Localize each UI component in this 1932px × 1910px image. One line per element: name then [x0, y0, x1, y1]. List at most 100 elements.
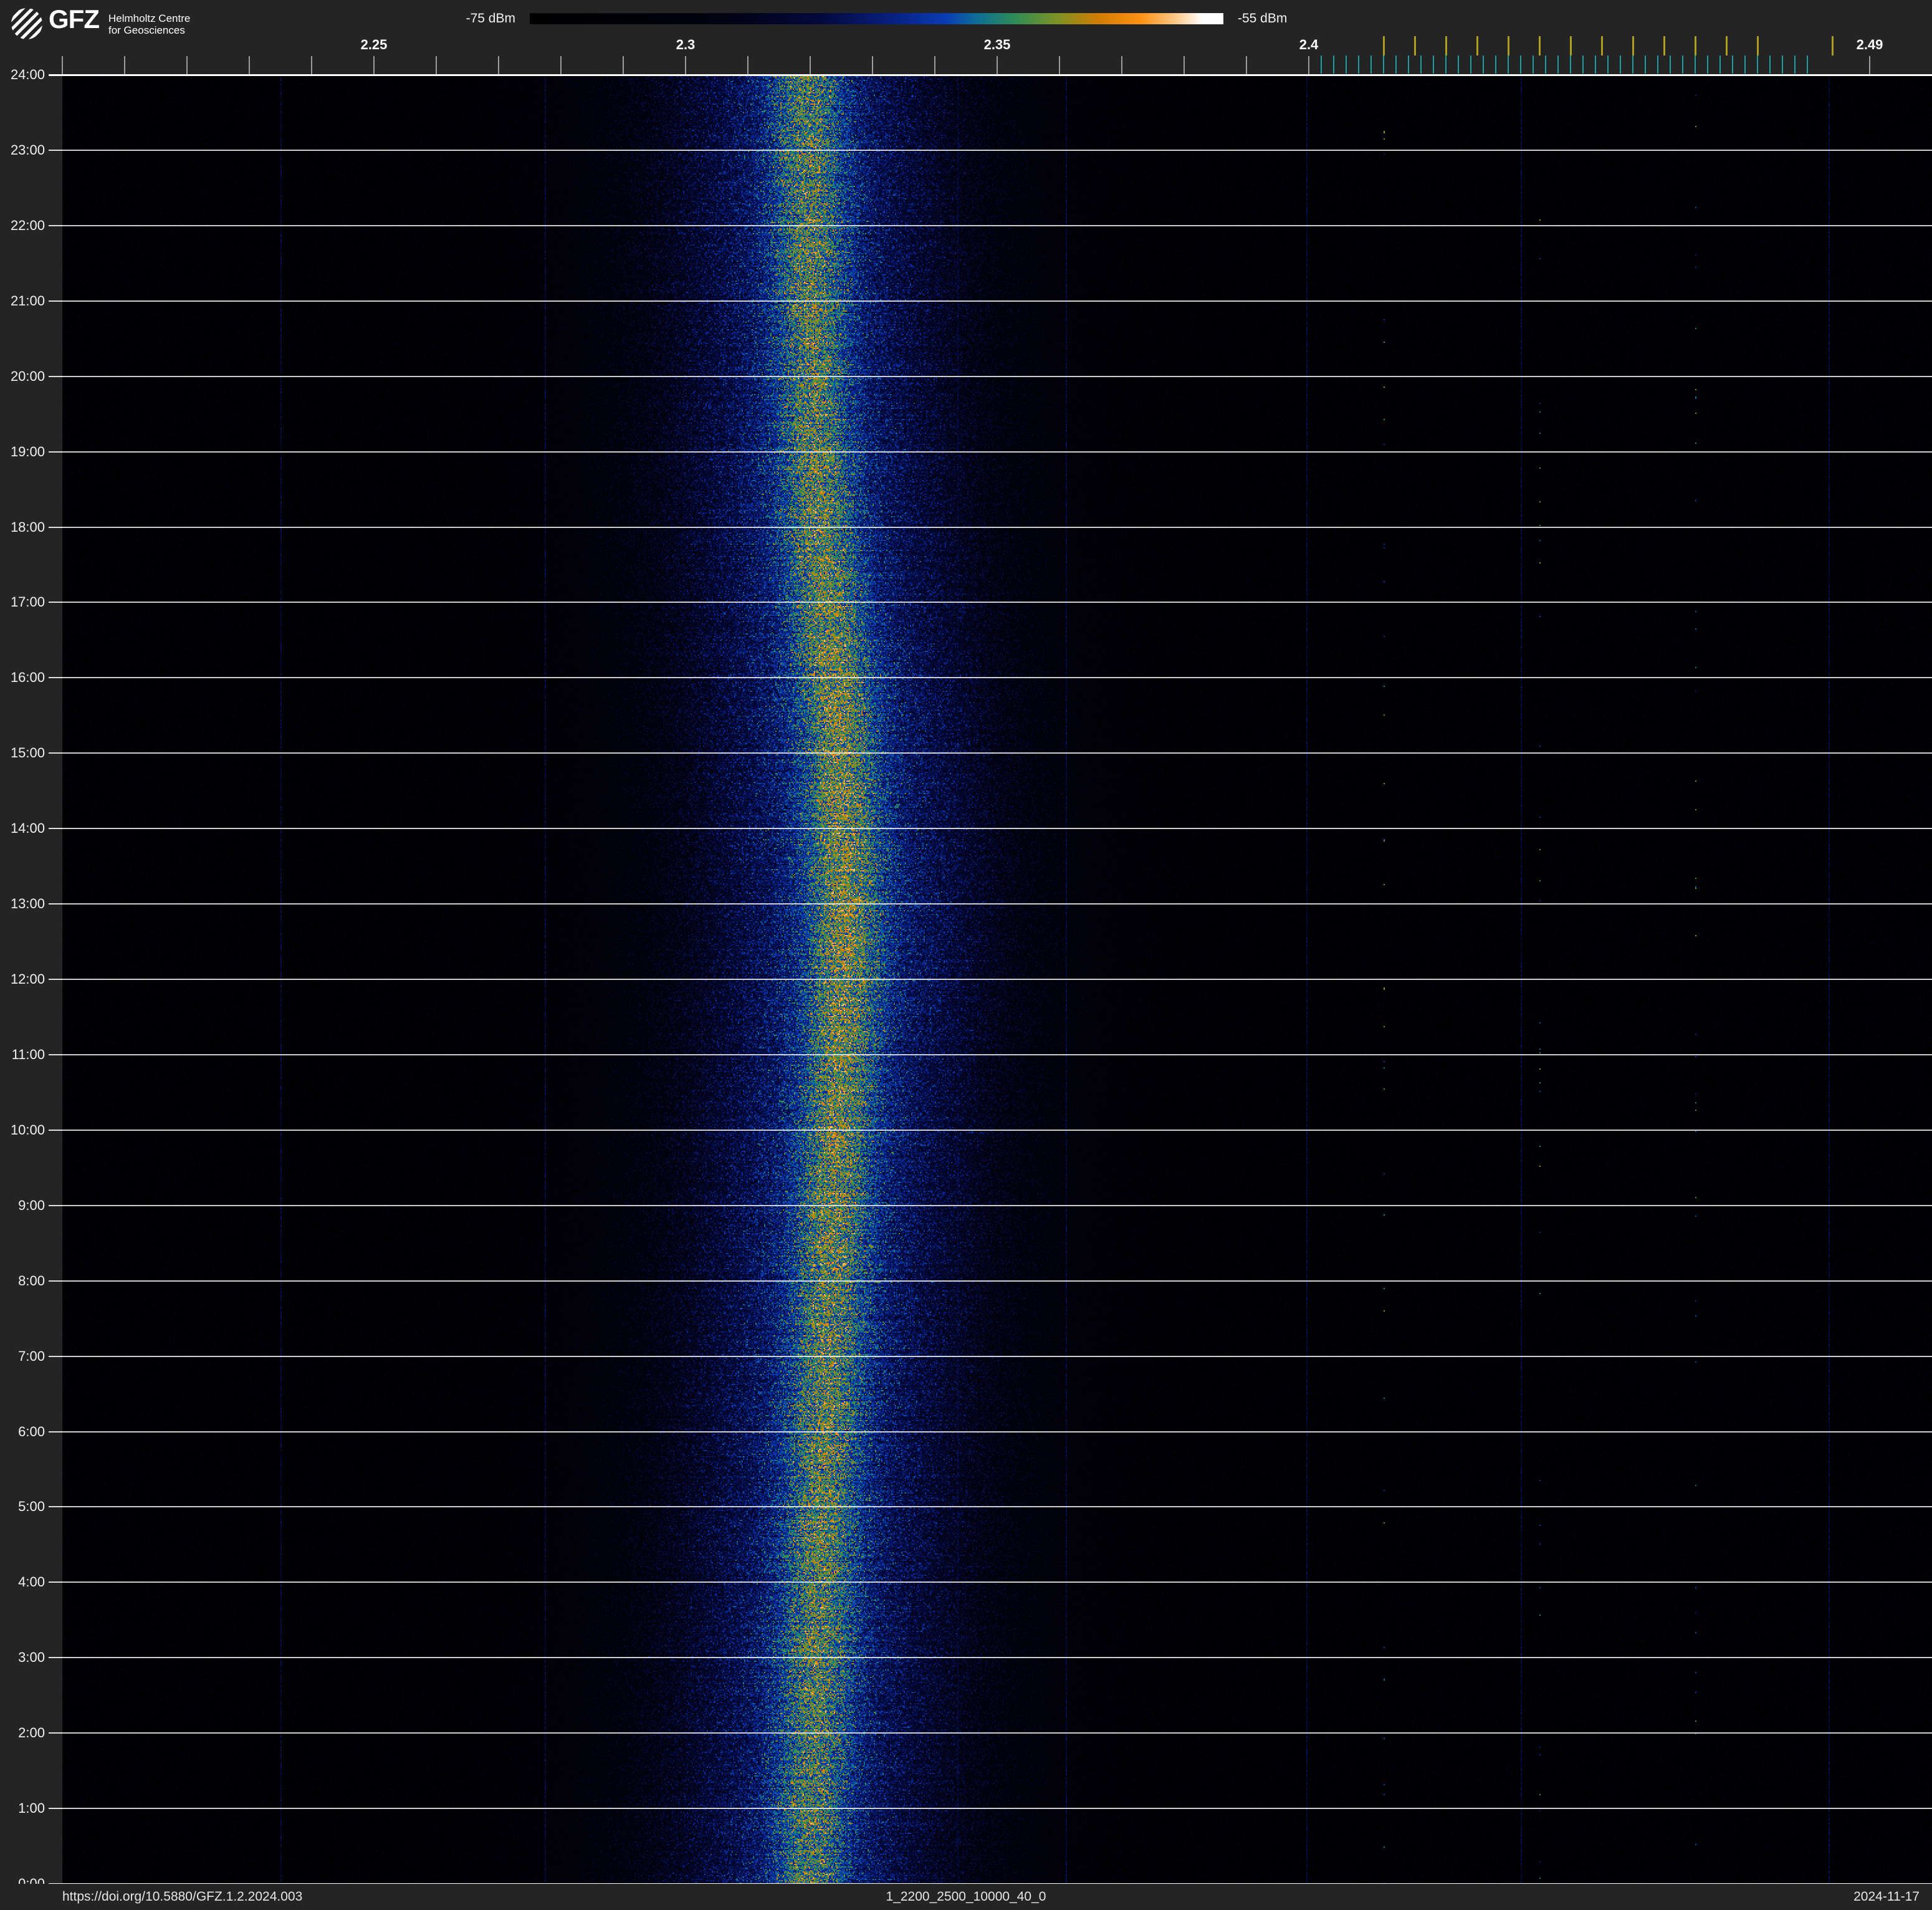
time-axis-tick — [49, 752, 62, 754]
hour-gridline — [62, 1280, 1932, 1282]
hour-gridline — [62, 602, 1932, 603]
ble-channel-tick — [1408, 55, 1409, 74]
wifi-channel-tick — [1539, 36, 1541, 55]
hour-gridline — [62, 1732, 1932, 1734]
time-axis-tick — [49, 1431, 62, 1432]
ble-channel-tick — [1470, 55, 1471, 74]
ble-channel-tick — [1458, 55, 1459, 74]
time-axis-tick — [49, 979, 62, 980]
hour-gridline — [62, 903, 1932, 905]
ble-channel-tick — [1707, 55, 1708, 74]
gfz-logo-brand: GFZ — [49, 4, 100, 34]
ble-channel-tick — [1682, 55, 1683, 74]
time-axis-tick — [49, 224, 62, 226]
time-axis-label: 16:00 — [10, 669, 45, 686]
hour-gridline — [62, 1355, 1932, 1357]
colorbar-max-label: -55 dBm — [1238, 11, 1288, 26]
frequency-major-tick — [934, 56, 935, 74]
hour-gridline — [62, 1808, 1932, 1810]
hour-gridline — [62, 300, 1932, 302]
wifi-channel-tick — [1476, 36, 1478, 55]
time-axis-tick — [49, 828, 62, 830]
plot-border-line — [49, 74, 1932, 76]
time-axis-label: 23:00 — [10, 142, 45, 158]
ble-channel-tick — [1732, 55, 1733, 74]
hour-gridline — [62, 979, 1932, 980]
ble-channel-tick — [1719, 55, 1721, 74]
gfz-logo-subtitle-line1: Helmholtz Centre — [108, 12, 191, 24]
frequency-major-tick — [1308, 56, 1309, 74]
header-bar: GFZ Helmholtz Centre for Geosciences -75… — [0, 0, 1932, 75]
time-axis-tick — [49, 149, 62, 151]
wifi-channel-tick — [1601, 36, 1603, 55]
hour-gridline — [62, 1431, 1932, 1432]
ble-channel-tick — [1595, 55, 1596, 74]
time-axis-tick — [49, 1280, 62, 1282]
ble-channel-tick — [1632, 55, 1633, 74]
time-axis-tick — [49, 451, 62, 453]
hour-gridline — [62, 1129, 1932, 1131]
time-axis-tick — [49, 1204, 62, 1206]
ble-channel-tick — [1420, 55, 1422, 74]
frequency-axis-label: 2.35 — [983, 37, 1011, 52]
hour-gridline — [62, 224, 1932, 226]
footer-bar: https://doi.org/10.5880/GFZ.1.2.2024.003… — [0, 1884, 1932, 1910]
time-axis-label: 24:00 — [10, 67, 45, 82]
time-axis-tick — [49, 526, 62, 528]
ble-channel-tick — [1433, 55, 1434, 74]
wifi-channel-tick — [1726, 36, 1728, 55]
hour-gridline — [62, 149, 1932, 151]
time-axis-label: 12:00 — [10, 971, 45, 987]
time-axis-label: 19:00 — [10, 443, 45, 459]
ble-channel-tick — [1483, 55, 1484, 74]
ble-channel-tick — [1445, 55, 1447, 74]
frequency-major-tick — [436, 56, 437, 74]
ble-channel-tick — [1533, 55, 1534, 74]
frequency-axis-label: 2.49 — [1856, 37, 1883, 52]
ble-channel-tick — [1520, 55, 1521, 74]
ble-channel-tick — [1557, 55, 1559, 74]
frequency-major-tick — [623, 56, 624, 74]
frequency-axis-label: 2.3 — [676, 37, 696, 52]
time-axis-tick — [49, 1581, 62, 1583]
ble-channel-tick — [1782, 55, 1783, 74]
wifi-channel-tick — [1383, 36, 1385, 55]
colorbar-min-label: -75 dBm — [466, 11, 515, 26]
ble-channel-tick — [1582, 55, 1584, 74]
date-label: 2024-11-17 — [1853, 1889, 1920, 1904]
hour-gridline — [62, 1657, 1932, 1659]
hour-gridline — [62, 752, 1932, 754]
time-axis-label: 17:00 — [10, 594, 45, 610]
gfz-logo-subtitle: Helmholtz Centre for Geosciences — [108, 12, 190, 36]
hour-gridline — [62, 1053, 1932, 1055]
ble-channel-tick — [1346, 55, 1347, 74]
frequency-major-tick — [498, 56, 499, 74]
ble-channel-tick — [1769, 55, 1771, 74]
hour-gridline — [62, 1204, 1932, 1206]
wifi-channel-tick — [1445, 36, 1447, 55]
time-axis-tick — [49, 677, 62, 679]
time-axis-label: 6:00 — [18, 1423, 45, 1439]
wifi-channel-tick — [1414, 36, 1416, 55]
ble-channel-tick — [1570, 55, 1571, 74]
ble-channel-tick — [1321, 55, 1322, 74]
time-axis-tick — [49, 1355, 62, 1357]
wifi-channel-tick — [1508, 36, 1509, 55]
frequency-major-tick — [872, 56, 873, 74]
frequency-major-tick — [810, 56, 811, 74]
frequency-major-tick — [124, 56, 125, 74]
wifi-channel-tick — [1695, 36, 1696, 55]
frequency-major-tick — [747, 56, 748, 74]
time-axis-tick — [49, 1506, 62, 1508]
frequency-major-tick — [1121, 56, 1122, 74]
time-axis-tick — [49, 602, 62, 603]
time-axis-label: 7:00 — [18, 1348, 45, 1364]
frequency-major-tick — [373, 56, 375, 74]
time-axis-label: 4:00 — [18, 1574, 45, 1590]
hour-gridline — [62, 828, 1932, 830]
ble-channel-tick — [1495, 55, 1496, 74]
hour-gridline — [62, 1506, 1932, 1508]
dataset-label: 1_2200_2500_10000_40_0 — [886, 1889, 1046, 1904]
hour-gridline — [62, 1581, 1932, 1583]
time-axis-tick — [49, 300, 62, 302]
